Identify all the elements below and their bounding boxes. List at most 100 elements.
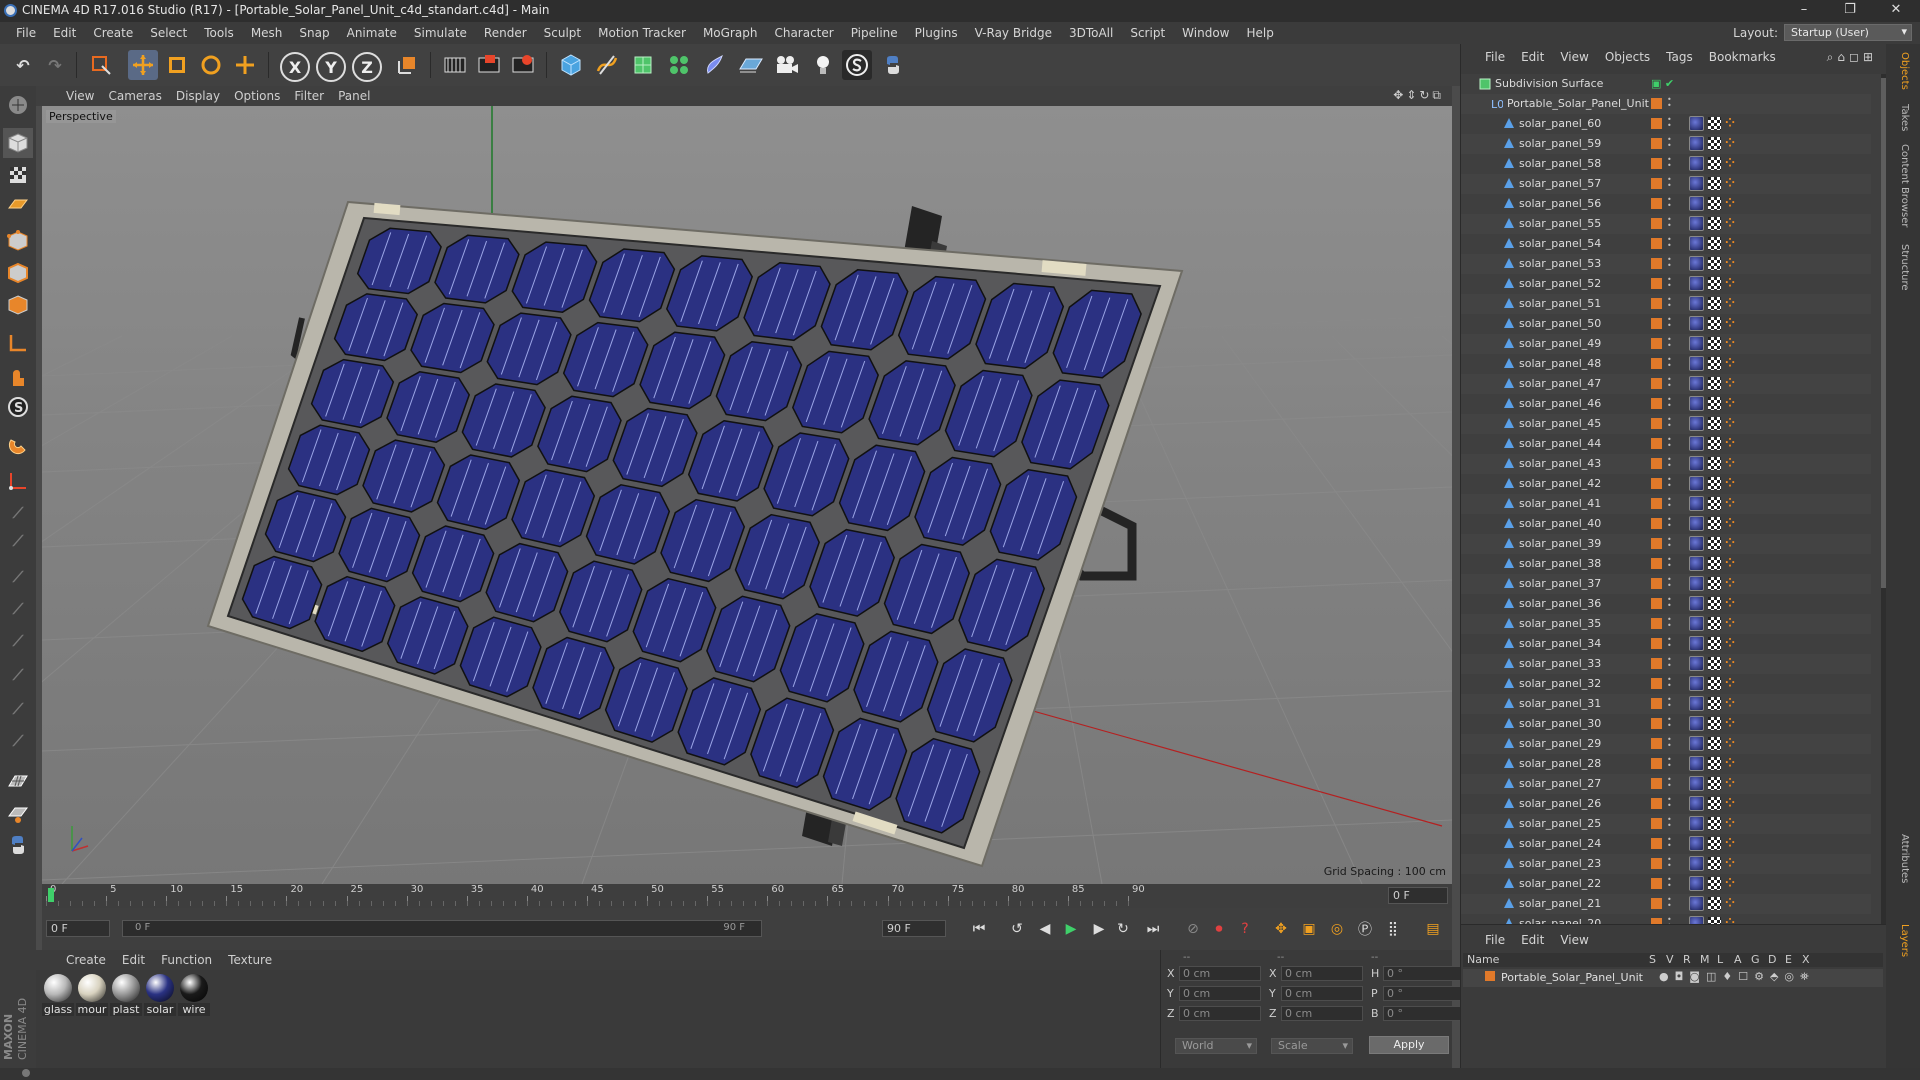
visibility-dots-icon[interactable]: • • <box>1667 316 1673 331</box>
visibility-dots-icon[interactable]: • • <box>1667 756 1673 771</box>
layer-column-r[interactable]: R <box>1683 953 1691 966</box>
material-tag-icon[interactable] <box>1689 596 1704 611</box>
visibility-dots-icon[interactable]: • • <box>1667 276 1673 291</box>
model-mode-icon[interactable] <box>3 128 33 158</box>
texture-tag-icon[interactable] <box>1708 577 1721 590</box>
object-row[interactable]: solar_panel_22 • • ⁘ <box>1461 874 1871 894</box>
texture-tag-icon[interactable] <box>1708 417 1721 430</box>
object-row-root[interactable]: Subdivision Surface ▣ ✔ <box>1461 74 1871 94</box>
sculpt-inflate-icon[interactable]: ⟋ <box>3 694 33 724</box>
visibility-dots-icon[interactable]: • • <box>1667 476 1673 491</box>
visibility-dots-icon[interactable]: • • <box>1667 576 1673 591</box>
phong-tag-icon[interactable]: ⁘ <box>1725 177 1737 190</box>
go-to-start-icon[interactable]: ⏮ <box>968 918 990 940</box>
coord-value-field[interactable]: 0 cm <box>1179 966 1261 981</box>
material-tag-icon[interactable] <box>1689 576 1704 591</box>
texture-mode-icon[interactable] <box>3 160 33 190</box>
render-picture-viewer-icon[interactable] <box>474 50 504 80</box>
layout-select[interactable]: Startup (User) <box>1784 24 1912 41</box>
texture-tag-icon[interactable] <box>1708 337 1721 350</box>
cloner-icon[interactable] <box>664 50 694 80</box>
object-row[interactable]: solar_panel_40 • • ⁘ <box>1461 514 1871 534</box>
key-pla-icon[interactable]: ⣿ <box>1382 918 1404 940</box>
texture-tag-icon[interactable] <box>1708 157 1721 170</box>
side-tab-attributes[interactable]: Attributes <box>1894 834 1910 883</box>
sculpt-flatten-icon[interactable]: ⟋ <box>3 726 33 756</box>
material-tag-icon[interactable] <box>1689 896 1704 911</box>
visibility-dots-icon[interactable]: • • <box>1667 736 1673 751</box>
material-menu-edit[interactable]: Edit <box>122 953 145 967</box>
object-row-group[interactable]: L0 Portable_Solar_Panel_Unit • • <box>1461 94 1871 114</box>
layer-color-icon[interactable] <box>1651 258 1662 269</box>
side-tab-content-browser[interactable]: Content Browser <box>1894 144 1910 227</box>
sculpt-grab-icon[interactable]: ⟋ <box>3 594 33 624</box>
phong-tag-icon[interactable]: ⁘ <box>1725 917 1737 924</box>
minimize-button[interactable]: – <box>1782 0 1826 22</box>
side-tab-layers[interactable]: Layers <box>1894 924 1910 957</box>
layer-column-name[interactable]: Name <box>1467 953 1499 966</box>
texture-tag-icon[interactable] <box>1708 137 1721 150</box>
material-tag-icon[interactable] <box>1689 516 1704 531</box>
axis-mode-icon[interactable] <box>3 328 33 358</box>
layer-color-icon[interactable] <box>1651 438 1662 449</box>
object-row[interactable]: solar_panel_44 • • ⁘ <box>1461 434 1871 454</box>
object-row[interactable]: solar_panel_25 • • ⁘ <box>1461 814 1871 834</box>
visibility-dots-icon[interactable]: • • <box>1667 356 1673 371</box>
sculpt-brush-icon[interactable]: ⟋ <box>3 498 33 528</box>
object-row[interactable]: solar_panel_50 • • ⁘ <box>1461 314 1871 334</box>
coord-value-field[interactable]: 0 ° <box>1383 1006 1465 1021</box>
object-row[interactable]: solar_panel_46 • • ⁘ <box>1461 394 1871 414</box>
phong-tag-icon[interactable]: ⁘ <box>1725 717 1737 730</box>
menu-tools[interactable]: Tools <box>196 26 243 40</box>
texture-tag-icon[interactable] <box>1708 497 1721 510</box>
layer-color-icon[interactable] <box>1651 838 1662 849</box>
texture-tag-icon[interactable] <box>1708 517 1721 530</box>
layer-row[interactable]: Portable_Solar_Panel_Unit ●◘◙◫♦☐⚙⬘◎⛯ <box>1463 969 1883 987</box>
material-tag-icon[interactable] <box>1689 536 1704 551</box>
phong-tag-icon[interactable]: ⁘ <box>1725 157 1737 170</box>
texture-tag-icon[interactable] <box>1708 277 1721 290</box>
material-menu-function[interactable]: Function <box>161 953 212 967</box>
menu-mesh[interactable]: Mesh <box>243 26 292 40</box>
snap-icon[interactable]: S <box>3 392 33 422</box>
phong-tag-icon[interactable]: ⁘ <box>1725 317 1737 330</box>
object-row[interactable]: solar_panel_41 • • ⁘ <box>1461 494 1871 514</box>
visibility-dots-icon[interactable]: • • <box>1667 236 1673 251</box>
object-row[interactable]: solar_panel_34 • • ⁘ <box>1461 634 1871 654</box>
layer-color-icon[interactable] <box>1651 318 1662 329</box>
phong-tag-icon[interactable]: ⁘ <box>1725 857 1737 870</box>
texture-tag-icon[interactable] <box>1708 597 1721 610</box>
layer-color-icon[interactable] <box>1651 378 1662 389</box>
start-frame-field[interactable]: 0 F <box>46 920 110 937</box>
object-row[interactable]: solar_panel_56 • • ⁘ <box>1461 194 1871 214</box>
y-axis-icon[interactable]: Y <box>316 52 346 82</box>
material-tag-icon[interactable] <box>1689 816 1704 831</box>
material-tag-icon[interactable] <box>1689 196 1704 211</box>
python-icon[interactable] <box>878 50 908 80</box>
texture-tag-icon[interactable] <box>1708 197 1721 210</box>
texture-tag-icon[interactable] <box>1708 437 1721 450</box>
phong-tag-icon[interactable]: ⁘ <box>1725 137 1737 150</box>
object-row[interactable]: solar_panel_38 • • ⁘ <box>1461 554 1871 574</box>
visibility-dots-icon[interactable]: • • <box>1667 496 1673 511</box>
redo-icon[interactable]: ↷ <box>40 50 70 80</box>
material-menu-texture[interactable]: Texture <box>228 953 272 967</box>
make-editable-icon[interactable] <box>3 90 33 120</box>
viewport-menu-panel[interactable]: Panel <box>338 89 370 103</box>
material-tag-icon[interactable] <box>1689 916 1704 924</box>
object-row[interactable]: solar_panel_21 • • ⁘ <box>1461 894 1871 914</box>
material-tag-icon[interactable] <box>1689 676 1704 691</box>
sculpt-pull-icon[interactable]: ⟋ <box>3 526 33 556</box>
material-tag-icon[interactable] <box>1689 116 1704 131</box>
layer-color-icon[interactable] <box>1651 418 1662 429</box>
object-row[interactable]: solar_panel_58 • • ⁘ <box>1461 154 1871 174</box>
floor-grid-icon[interactable] <box>3 798 33 828</box>
material-tag-icon[interactable] <box>1689 656 1704 671</box>
enabled-check-icon[interactable]: ▣ ✔ <box>1651 77 1674 90</box>
coord-value-field[interactable]: 0 ° <box>1383 966 1465 981</box>
layer-color-icon[interactable] <box>1651 578 1662 589</box>
rotate-icon[interactable] <box>196 50 226 80</box>
material-tag-icon[interactable] <box>1689 316 1704 331</box>
phong-tag-icon[interactable]: ⁘ <box>1725 337 1737 350</box>
visibility-dots-icon[interactable]: • • <box>1667 456 1673 471</box>
